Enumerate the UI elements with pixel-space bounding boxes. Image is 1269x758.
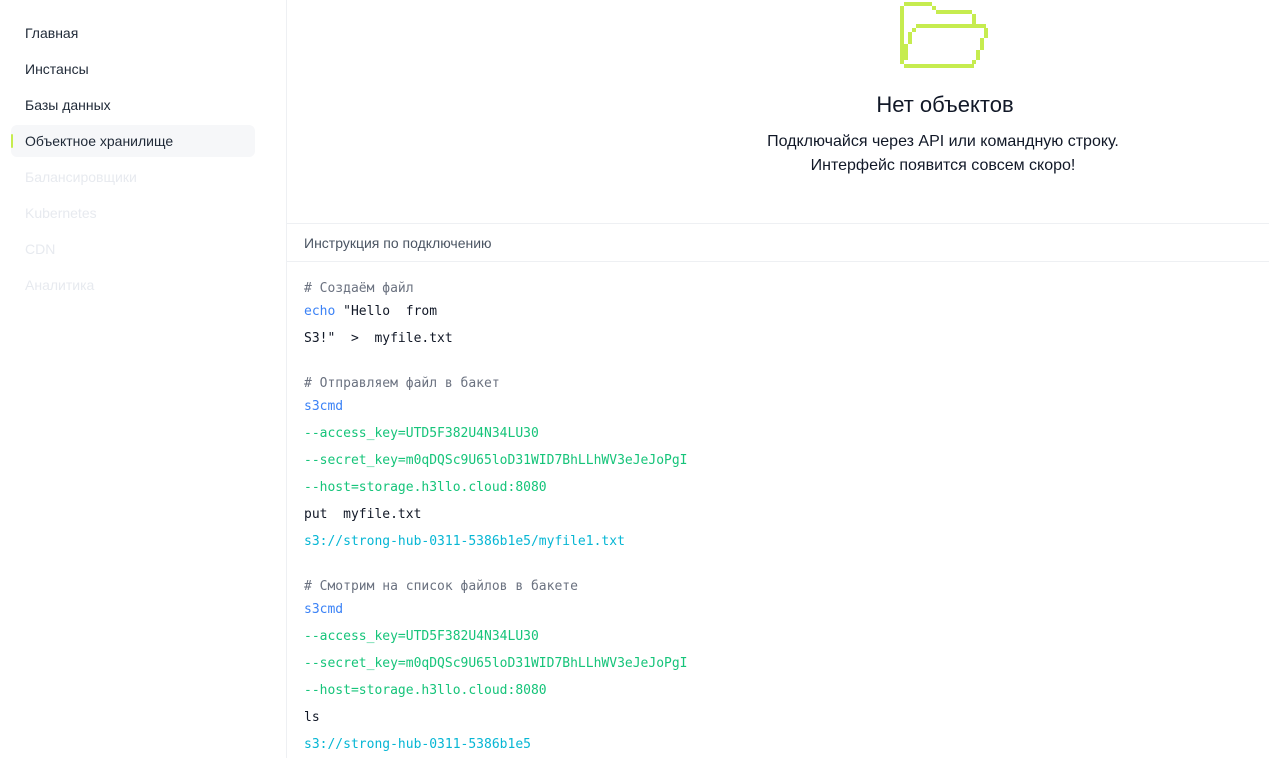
code-comment: # Смотрим на список файлов в бакете	[304, 579, 578, 594]
empty-state-subtitle-line: Интерфейс появится совсем скоро!	[810, 157, 1076, 174]
code-block: # Создаём файл echo "Hello from S3!" > m…	[287, 262, 1269, 758]
sidebar-item-object-storage[interactable]: Объектное хранилище	[11, 125, 255, 157]
code-command: echo	[304, 304, 336, 319]
code-flag-secret-key: --secret_key=m0qDQSc9U65loD31WID7BhLLhWV…	[304, 656, 688, 671]
instructions-header-text: Инструкция по подключению	[304, 234, 492, 251]
code-action: ls	[304, 710, 320, 725]
sidebar-item-label: Kubernetes	[25, 205, 97, 221]
sidebar-item-label: Базы данных	[25, 97, 111, 113]
code-flag-host: --host=storage.h3llo.cloud:8080	[304, 480, 547, 495]
instructions-header: Инструкция по подключению	[287, 224, 1269, 262]
empty-state: Нет объектов Подключайся через API или к…	[287, 0, 1269, 224]
empty-state-subtitle-line: Подключайся через API или командную стро…	[767, 133, 1119, 150]
sidebar-item-label: Аналитика	[25, 277, 95, 293]
code-flag-access-key: --access_key=UTD5F382U4N34LU30	[304, 629, 539, 644]
sidebar-item-databases[interactable]: Базы данных	[11, 89, 255, 121]
code-command: s3cmd	[304, 602, 344, 617]
sidebar-item-home[interactable]: Главная	[11, 17, 255, 49]
sidebar-item-load-balancers: Балансировщики	[11, 161, 255, 193]
code-target-path: s3://strong-hub-0311-5386b1e5	[304, 737, 531, 752]
code-argument: "Hello from	[335, 304, 438, 319]
sidebar-item-kubernetes: Kubernetes	[11, 197, 255, 229]
code-spacer	[304, 357, 1269, 375]
code-comment: # Создаём файл	[304, 281, 414, 296]
code-target-path: s3://strong-hub-0311-5386b1e5/myfile1.tx…	[304, 534, 625, 549]
main-content: Нет объектов Подключайся через API или к…	[287, 0, 1269, 758]
sidebar-item-analytics: Аналитика	[11, 269, 255, 301]
app-root: Главная Инстансы Базы данных Объектное х…	[0, 0, 1269, 758]
sidebar-item-instances[interactable]: Инстансы	[11, 53, 255, 85]
sidebar-item-label: Балансировщики	[25, 169, 137, 185]
sidebar-item-cdn: CDN	[11, 233, 255, 265]
code-action: put myfile.txt	[304, 507, 422, 522]
empty-state-title-text: Нет объектов	[876, 92, 1014, 117]
code-line: echo "Hello from	[304, 303, 1269, 330]
code-flag-secret-key: --secret_key=m0qDQSc9U65loD31WID7BhLLhWV…	[304, 453, 688, 468]
code-command: s3cmd	[304, 399, 344, 414]
code-line: S3!" > myfile.txt	[304, 331, 453, 346]
sidebar-item-label: Главная	[25, 25, 79, 41]
sidebar-item-label: Объектное хранилище	[25, 133, 174, 149]
code-spacer	[304, 560, 1269, 578]
sidebar-item-label: Инстансы	[25, 61, 89, 77]
sidebar: Главная Инстансы Базы данных Объектное х…	[0, 0, 287, 758]
folder-icon	[900, 2, 988, 68]
sidebar-item-label: CDN	[25, 241, 56, 257]
code-flag-access-key: --access_key=UTD5F382U4N34LU30	[304, 426, 539, 441]
code-comment: # Отправляем файл в бакет	[304, 376, 500, 391]
code-flag-host: --host=storage.h3llo.cloud:8080	[304, 683, 547, 698]
